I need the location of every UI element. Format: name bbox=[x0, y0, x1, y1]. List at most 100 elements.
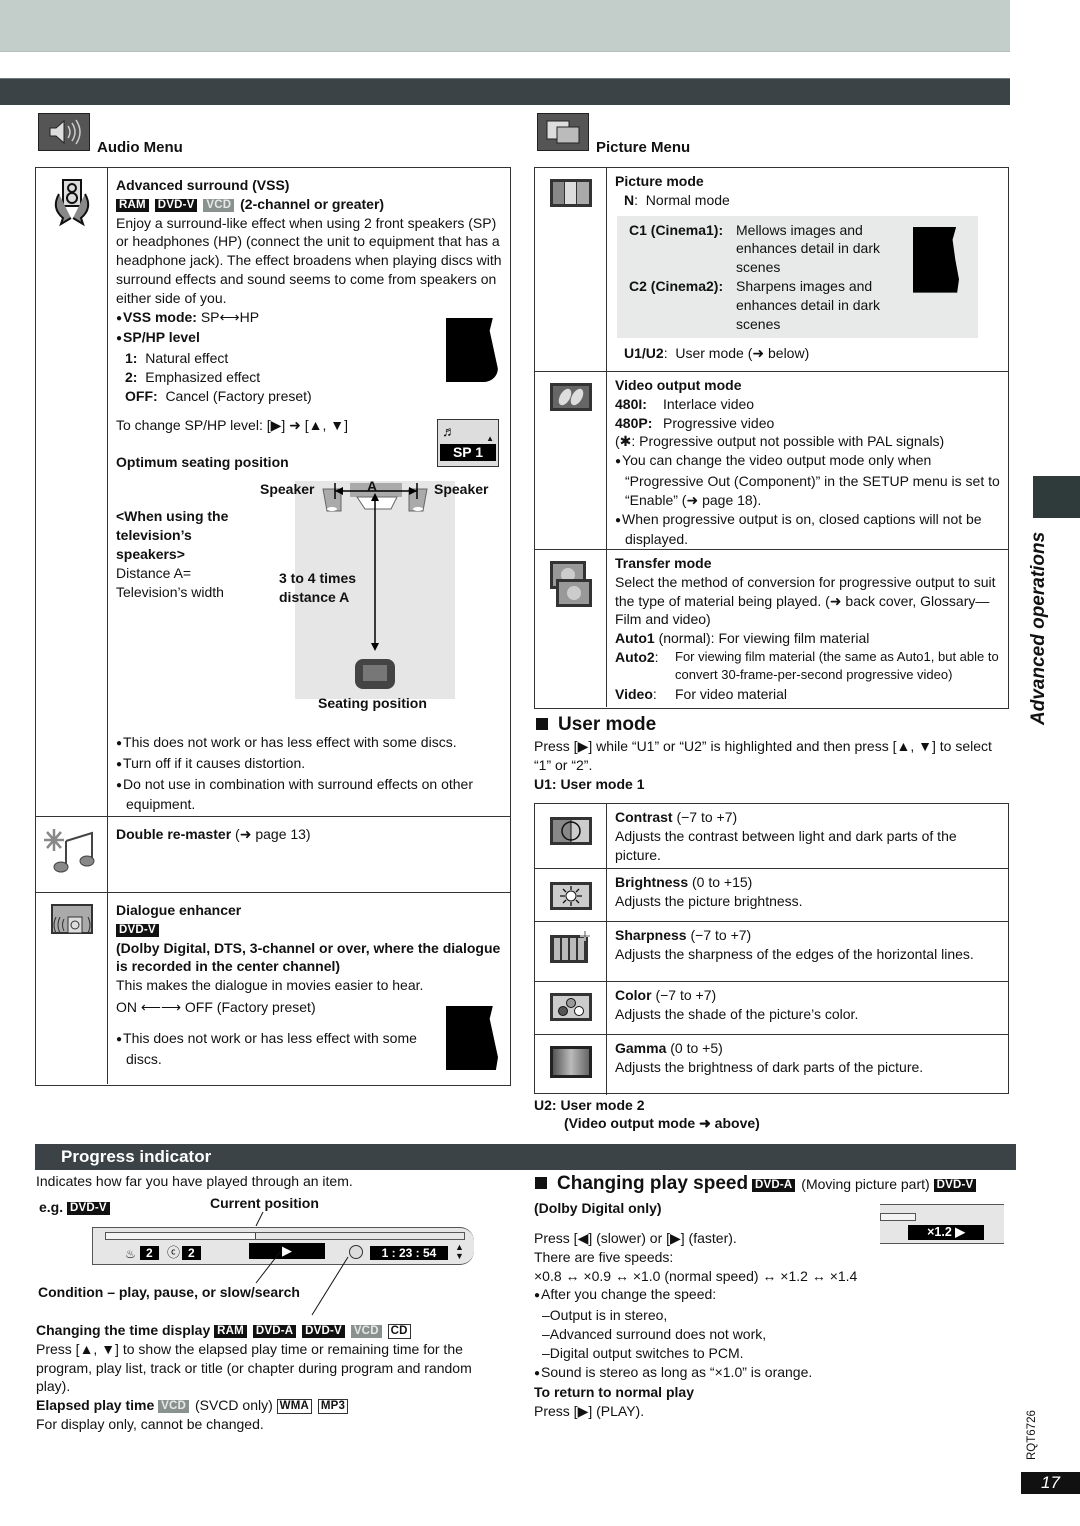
tag-dvd-v: DVD-V bbox=[116, 923, 159, 937]
cinema-modes-box: C1 (Cinema1): Mellows images and enhances… bbox=[617, 215, 978, 339]
option-480i: 480I: Interlace video bbox=[615, 395, 755, 412]
picture-mode-title: Picture mode bbox=[615, 173, 704, 189]
setting-range: (0 to +5) bbox=[670, 1040, 723, 1056]
osd-screen-thumbnail bbox=[446, 1006, 498, 1070]
eg-label: e.g. DVD-V bbox=[39, 1198, 112, 1217]
chapter-number: 2 bbox=[182, 1246, 201, 1260]
speed-effect: –Digital output switches to PCM. bbox=[542, 1344, 744, 1361]
five-speeds-label: There are five speeds: bbox=[534, 1248, 674, 1265]
transfer-auto1: Auto1 (normal): For viewing film materia… bbox=[615, 630, 870, 647]
setting-desc: Adjusts the brightness of dark parts of … bbox=[615, 1058, 924, 1075]
sharpness-icon bbox=[549, 931, 590, 963]
dialogue-toggle: ON ⟵⟶ OFF (Factory preset) bbox=[116, 998, 316, 1015]
tag-ram: RAM bbox=[214, 1325, 247, 1338]
stereo-note: Sound is stereo as long as “×1.0” is ora… bbox=[534, 1363, 1004, 1384]
transfer-description: Select the method of conversion for prog… bbox=[615, 573, 996, 628]
setting-row-color: Color (−7 to +7) Adjusts the shade of the… bbox=[535, 982, 1008, 1035]
gamma-icon bbox=[549, 1046, 592, 1078]
tag-dvd-a: DVD-A bbox=[252, 1325, 297, 1338]
setting-row-gamma: Gamma (0 to +5) Adjusts the brightness of… bbox=[535, 1035, 1008, 1095]
mode-normal: N: Normal mode bbox=[624, 191, 730, 208]
setting-desc: Adjusts the shade of the picture’s color… bbox=[615, 1005, 859, 1022]
progress-osd-bar: ♨ 2 ⓒ 2 ▶ 1 : 23 : 54 ▲ ▼ bbox=[92, 1227, 474, 1265]
picture-menu-icon bbox=[537, 113, 589, 151]
video-output-icon bbox=[549, 383, 592, 411]
setting-name: Brightness bbox=[615, 874, 689, 890]
dialogue-condition: (Dolby Digital, DTS, 3-channel or over, … bbox=[116, 939, 501, 975]
elapsed-desc: For display only, cannot be changed. bbox=[36, 1415, 264, 1432]
dialogue-title: Dialogue enhancer bbox=[116, 902, 242, 918]
double-remaster-icon bbox=[43, 829, 94, 873]
tag-dvd-v: DVD-V bbox=[302, 1325, 345, 1338]
audio-menu-icon bbox=[38, 113, 90, 151]
user-mode-title: User mode bbox=[536, 713, 656, 737]
vss-condition: (2-channel or greater) bbox=[240, 195, 385, 212]
speed-press-instruction: Press [◀] (slower) or [▶] (faster). bbox=[534, 1230, 737, 1246]
chapter-side-tab bbox=[1033, 476, 1080, 518]
mode-user: U1/U2: User mode (➜ below) bbox=[624, 345, 810, 362]
remaster-page-link[interactable]: (➜ page 13) bbox=[235, 826, 311, 842]
pal-note: (✱: Progressive output not possible with… bbox=[615, 433, 945, 450]
header-band bbox=[0, 0, 1010, 52]
audio-menu-title: Audio Menu bbox=[97, 139, 183, 156]
progress-indicator-header: Progress indicator bbox=[35, 1144, 1016, 1170]
vss-title: Advanced surround (VSS) bbox=[116, 177, 290, 193]
elapsed-title: Elapsed play time bbox=[36, 1397, 155, 1414]
surround-mini-icon: ♬ bbox=[442, 423, 456, 439]
return-title: To return to normal play bbox=[534, 1384, 694, 1401]
option-480p: 480P: Progressive video bbox=[615, 414, 775, 431]
vss-note: Turn off if it causes distortion. bbox=[116, 754, 502, 775]
surround-speaker-icon bbox=[54, 179, 89, 227]
vss-note: This does not work or has less effect wi… bbox=[116, 733, 502, 754]
vss-mode: VSS mode: SP⟷HP bbox=[116, 308, 502, 329]
tag-vcd: VCD bbox=[203, 198, 235, 212]
change-time-desc: Press [▲, ▼] to show the elapsed play ti… bbox=[36, 1340, 472, 1395]
tag-ram: RAM bbox=[116, 198, 149, 212]
setting-row-brightness: Brightness (0 to +15) Adjusts the picture… bbox=[535, 869, 1008, 922]
transfer-mode-row: Transfer mode Select the method of conve… bbox=[535, 550, 1008, 707]
up-down-arrows-icon[interactable]: ▲ ▼ bbox=[455, 1243, 464, 1261]
elapsed-note: (SVCD only) bbox=[194, 1397, 273, 1414]
tv-note-1: Distance A= bbox=[116, 565, 192, 581]
tag-mp3: MP3 bbox=[317, 1399, 349, 1415]
audio-menu-table: Advanced surround (VSS) RAM DVD-V VCD (2… bbox=[35, 167, 511, 1086]
setting-name: Color bbox=[615, 987, 652, 1003]
time-display: 1 : 23 : 54 bbox=[370, 1246, 448, 1260]
speed-list: ×0.8 ↔ ×0.9 ↔ ×1.0 (normal speed) ↔ ×1.2… bbox=[534, 1267, 858, 1284]
seating-diagram: A 3 to 4 times distance A bbox=[279, 478, 455, 699]
change-time-section: Changing the time display RAM DVD-A DVD-… bbox=[36, 1321, 506, 1434]
video-note: You can change the video output mode onl… bbox=[615, 451, 1000, 509]
vss-tags: RAM DVD-V VCD (2-channel or greater) bbox=[116, 195, 502, 214]
tag-dvd-a: DVD-A bbox=[751, 1179, 796, 1192]
contrast-icon bbox=[549, 817, 592, 845]
dolby-only: (Dolby Digital only) bbox=[534, 1200, 662, 1216]
moving-picture-note: (Moving picture part) bbox=[801, 1176, 930, 1192]
progress-intro: Indicates how far you have played throug… bbox=[36, 1173, 353, 1189]
speed-effect: –Output is in stereo, bbox=[542, 1307, 668, 1324]
setting-range: (−7 to +7) bbox=[655, 987, 717, 1003]
setting-range: (0 to +15) bbox=[692, 874, 753, 890]
setting-desc: Adjusts the contrast between light and d… bbox=[615, 827, 957, 863]
speaker-left-label: Speaker bbox=[260, 481, 315, 497]
vss-row: Advanced surround (VSS) RAM DVD-V VCD (2… bbox=[36, 168, 510, 817]
osd-screen-thumbnail bbox=[446, 318, 498, 382]
u2-label: U2: User mode 2 bbox=[534, 1097, 645, 1113]
transfer-video: Video: For video material bbox=[615, 685, 788, 702]
setting-name: Sharpness bbox=[615, 927, 687, 943]
speed-effect: –Advanced surround does not work, bbox=[542, 1325, 767, 1342]
osd-screen-thumbnail bbox=[913, 226, 959, 293]
user-mode-table: Contrast (−7 to +7) Adjusts the contrast … bbox=[534, 803, 1009, 1095]
condition-display: ▶ bbox=[249, 1243, 325, 1259]
tv-note-2: Television’s width bbox=[116, 584, 224, 600]
vss-description: Enjoy a surround-like effect when using … bbox=[116, 214, 502, 306]
play-speed-title: Changing play speed bbox=[535, 1173, 748, 1194]
dialogue-row: Dialogue enhancer DVD-V (Dolby Digital, … bbox=[36, 893, 510, 1084]
setting-name: Gamma bbox=[615, 1040, 667, 1056]
progress-track[interactable] bbox=[105, 1232, 465, 1240]
transfer-mode-icon bbox=[549, 561, 592, 607]
tag-wma: WMA bbox=[276, 1399, 312, 1415]
return-desc: Press [▶] (PLAY). bbox=[534, 1403, 645, 1420]
video-output-row: Video output mode 480I: Interlace video 4… bbox=[535, 372, 1008, 550]
title-icon: ♨ bbox=[125, 1247, 136, 1261]
user-mode-intro: Press [▶] while “U1” or “U2” is highligh… bbox=[534, 738, 992, 773]
